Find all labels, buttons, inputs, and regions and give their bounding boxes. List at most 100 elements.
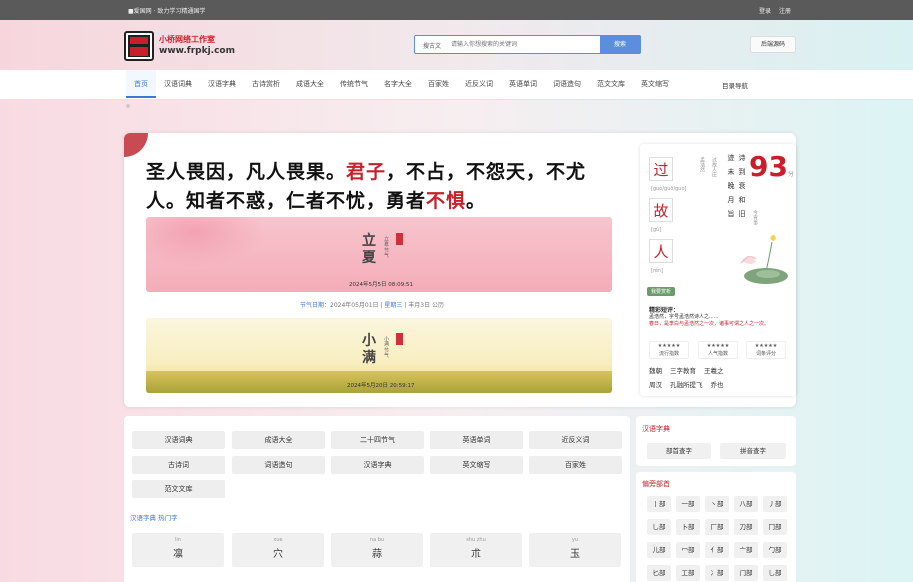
related-link[interactable]: 孔融所提飞 — [670, 381, 703, 389]
stat-popular: ★★★★★ 流行指数 — [649, 341, 689, 359]
nav-item[interactable]: 英语单词 — [501, 70, 545, 98]
analyze-button[interactable]: 我要赏析 — [647, 287, 676, 296]
nav-item[interactable]: 百家姓 — [420, 70, 457, 98]
radical-item[interactable]: 勹部 — [763, 542, 787, 558]
nav-item[interactable]: 词语造句 — [545, 70, 589, 98]
nav-item[interactable]: 传统节气 — [332, 70, 376, 98]
related-link[interactable]: 乔也 — [711, 381, 724, 389]
radical-item[interactable]: 冂部 — [763, 519, 787, 535]
radical-item[interactable]: 工部 — [676, 565, 700, 581]
related-links: 魏朝 三字教育 王羲之 — [649, 365, 732, 375]
related-link[interactable]: 三字教育 — [670, 367, 696, 375]
nav-item[interactable]: 成语大全 — [288, 70, 332, 98]
poem-line: 衰 — [738, 182, 746, 189]
poem-line: 和 — [738, 196, 746, 203]
dict-title: 汉语字典 — [642, 425, 670, 433]
category-button[interactable]: 近反义词 — [529, 431, 622, 449]
radical-item[interactable]: 卜部 — [676, 519, 700, 535]
hot-char-cell[interactable]: shu zhu 朮 — [430, 533, 522, 567]
seal-icon — [396, 233, 403, 245]
radical-item[interactable]: 门部 — [734, 565, 758, 581]
term-title-lixia: 立夏 — [362, 233, 376, 266]
category-button[interactable]: 词语造句 — [232, 456, 325, 474]
pinyin-lookup-button[interactable]: 拼音查字 — [720, 443, 786, 459]
search-input[interactable] — [451, 36, 601, 53]
hot-char-cell[interactable]: na bu 蒜 — [331, 533, 423, 567]
radical-item[interactable]: 八部 — [734, 496, 758, 512]
radical-item[interactable]: 冖部 — [676, 542, 700, 558]
term-subtitle: 小满·节气 — [383, 336, 389, 358]
poem-score: 93分 — [749, 150, 794, 183]
site-logo[interactable] — [124, 31, 154, 61]
category-button[interactable]: 古诗词 — [132, 456, 225, 474]
poem-line: 晚 — [727, 182, 735, 189]
main-nav: 首页 汉语词典 汉语字典 古诗赏析 成语大全 传统节气 名字大全 百家姓 近反义… — [0, 70, 913, 100]
poem-meta: 过故人庄 — [711, 157, 717, 177]
nav-item[interactable]: 范文文库 — [589, 70, 633, 98]
poem-pinyin: [rén] — [651, 268, 664, 274]
short-comment: 精彩短评： 孟浩然，字号孟浩然诗人之...... 春日，是李白与孟浩然之一次，诸… — [649, 307, 770, 327]
radical-item[interactable]: 丿部 — [763, 496, 787, 512]
category-button[interactable]: 汉语字典 — [331, 456, 424, 474]
nav-item[interactable]: 汉语字典 — [200, 70, 244, 98]
category-button[interactable]: 成语大全 — [232, 431, 325, 449]
poem-line: 旨 — [727, 210, 735, 217]
poem-char[interactable]: 过 — [649, 157, 673, 181]
radical-item[interactable]: 丶部 — [705, 496, 729, 512]
category-button[interactable]: 百家姓 — [529, 456, 622, 474]
radical-item[interactable]: 亠部 — [734, 542, 758, 558]
blossom-decoration — [146, 217, 266, 267]
brand-name: 小桥网络工作室 — [159, 35, 215, 44]
poem-char[interactable]: 人 — [649, 239, 673, 263]
search-button[interactable]: 搜索 — [600, 36, 640, 53]
poem-meta: 今宵事 — [752, 210, 758, 225]
radical-item[interactable]: 乚部 — [763, 565, 787, 581]
hot-char-cell[interactable]: yu 玉 — [529, 533, 621, 567]
radicals-title: 偏旁部首 — [642, 480, 670, 488]
nav-item[interactable]: 英文缩写 — [633, 70, 677, 98]
nav-item[interactable]: 名字大全 — [376, 70, 420, 98]
category-button[interactable]: 英文缩写 — [430, 456, 523, 474]
radical-item[interactable]: 匕部 — [647, 565, 671, 581]
term-info-line: 节气日期：2024年05月01日 | 星期三 | 丰月3日 公历 — [300, 302, 444, 309]
poem-line: 迹 — [727, 154, 735, 161]
radical-item[interactable]: 冫部 — [705, 565, 729, 581]
nav-item[interactable]: 古诗赏析 — [244, 70, 288, 98]
nav-item[interactable]: 近反义词 — [457, 70, 501, 98]
hot-char-cell[interactable]: lin 凛 — [132, 533, 224, 567]
seal-icon — [396, 333, 403, 345]
related-link[interactable]: 周汉 — [649, 381, 662, 389]
category-button[interactable]: 英语单词 — [430, 431, 523, 449]
radical-item[interactable]: 刀部 — [734, 519, 758, 535]
login-link[interactable]: 登录 — [759, 8, 771, 15]
daily-quote: 圣人畏因，凡人畏果。君子，不占，不怨天，不尤人。知者不惑，仁者不忧，勇者不惧。 — [146, 161, 587, 212]
poem-char[interactable]: 故 — [649, 198, 673, 222]
radical-item[interactable]: 亻部 — [705, 542, 729, 558]
radical-item[interactable]: 儿部 — [647, 542, 671, 558]
nav-directory[interactable]: 目录导航 — [722, 80, 748, 90]
category-button[interactable]: 汉语词典 — [132, 431, 225, 449]
poem-line: 旧 — [738, 210, 746, 217]
category-button[interactable]: 二十四节气 — [331, 431, 424, 449]
related-link[interactable]: 魏朝 — [649, 367, 662, 375]
radical-lookup-button[interactable]: 部首查字 — [647, 443, 711, 459]
search-box: 搜古文 搜索 — [414, 35, 641, 54]
lotus-illustration — [740, 235, 788, 284]
related-link[interactable]: 王羲之 — [704, 367, 724, 375]
hot-char-cell[interactable]: xue 穴 — [232, 533, 324, 567]
radical-item[interactable]: 丨部 — [647, 496, 671, 512]
hot-chars-label: 汉语字典 热门字 — [130, 514, 178, 522]
nav-home[interactable]: 首页 — [126, 70, 156, 98]
poem-pinyin: [guò/guō/guo] — [651, 186, 687, 192]
poem-pinyin: [gù] — [651, 227, 662, 233]
radical-item[interactable]: 一部 — [676, 496, 700, 512]
radical-item[interactable]: 乚部 — [647, 519, 671, 535]
search-type-select[interactable]: 搜古文 — [423, 41, 441, 50]
poem-meta: 孟浩然 — [699, 157, 705, 172]
radical-item[interactable]: 厂部 — [705, 519, 729, 535]
nav-item[interactable]: 汉语词典 — [156, 70, 200, 98]
stat-score: ★★★★★ 词条评分 — [746, 341, 786, 359]
category-button[interactable]: 范文文库 — [132, 480, 225, 498]
register-link[interactable]: 注册 — [779, 8, 791, 15]
header-right-button[interactable]: 后端源码 — [750, 36, 796, 53]
